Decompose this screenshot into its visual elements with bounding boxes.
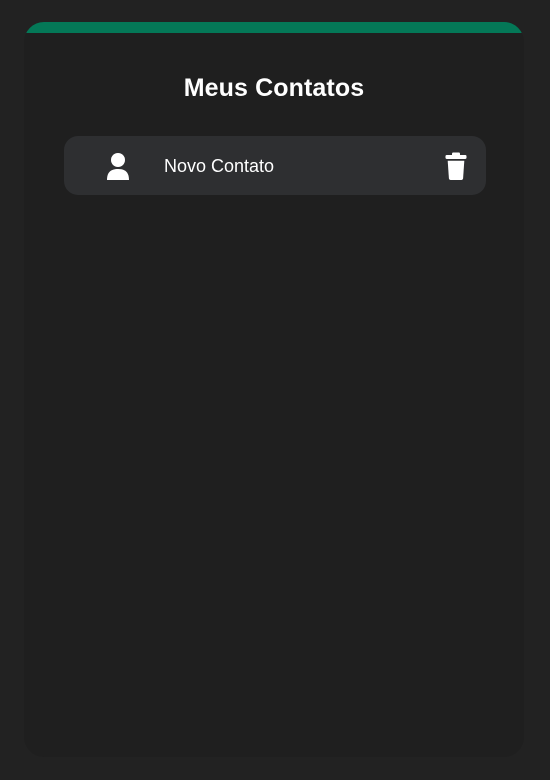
delete-contact-button[interactable] [444,152,468,180]
contact-item[interactable]: Novo Contato [64,136,486,195]
contact-name: Novo Contato [164,156,275,176]
card-top-accent [24,22,524,33]
user-icon [104,152,132,180]
contact-list: Novo Contato [64,136,486,195]
page-title: Meus Contatos [183,74,365,102]
trash-icon [444,152,468,180]
contacts-card: Meus Contatos Novo Contato [24,22,524,757]
